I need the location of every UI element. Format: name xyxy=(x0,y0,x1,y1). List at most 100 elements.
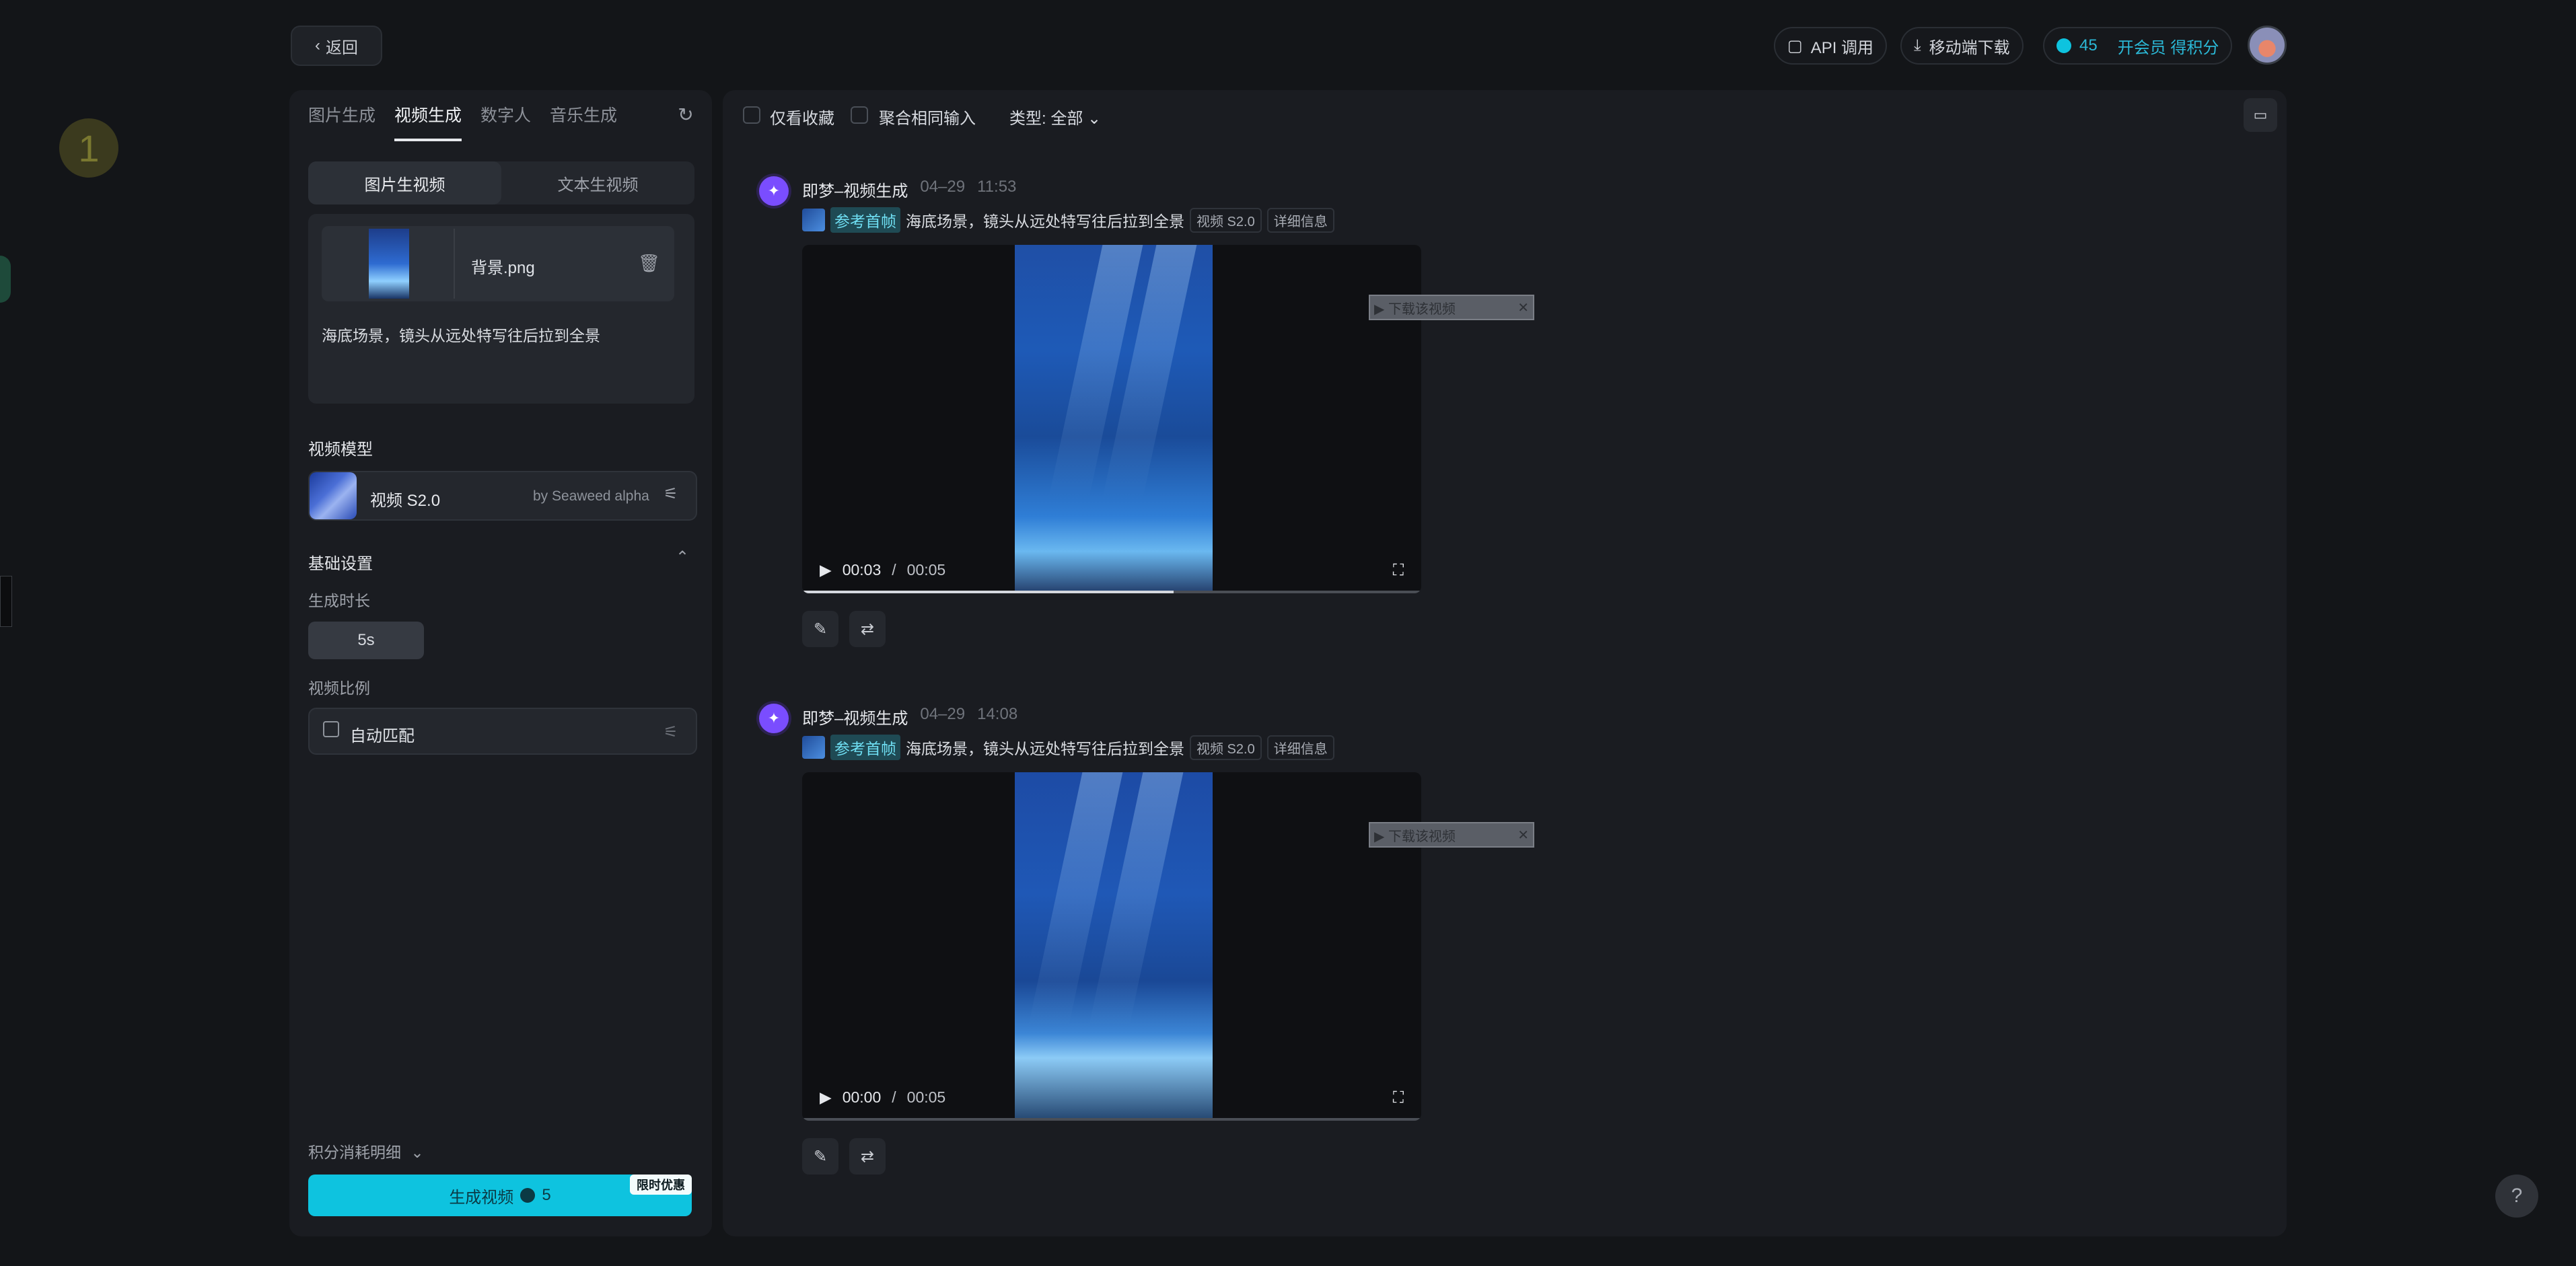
back-button[interactable]: ‹ 返回 xyxy=(291,26,382,66)
tab-music[interactable]: 音乐生成 xyxy=(550,102,617,141)
download-overlay-label: ▶ 下载该视频 xyxy=(1374,301,1456,317)
current-time: 00:03 xyxy=(842,560,882,579)
api-button[interactable]: ▢ API 调用 xyxy=(1774,27,1888,65)
reference-frame-tag: 参考首帧 xyxy=(830,207,900,233)
duration: 00:05 xyxy=(906,1088,946,1106)
promo-badge: 限时优惠 xyxy=(630,1175,692,1195)
model-provider: by Seaweed alpha xyxy=(533,488,649,504)
edit-icon[interactable]: ✎ xyxy=(802,611,838,647)
progress-bar[interactable] xyxy=(802,591,1421,593)
merge-checkbox[interactable] xyxy=(851,106,868,124)
video-player[interactable]: ▶ 00:03 / 00:05 ⛶ xyxy=(802,245,1421,593)
play-icon[interactable]: ▶ xyxy=(820,1088,832,1107)
download-video-overlay[interactable]: ▶ 下载该视频 ✕ xyxy=(1369,822,1534,848)
tab-image-to-video[interactable]: 图片生视频 xyxy=(308,161,501,204)
credits-pill[interactable]: 45 开会员 得积分 xyxy=(2043,27,2233,65)
help-button[interactable]: ? xyxy=(2495,1175,2538,1218)
image-thumbnail xyxy=(324,229,455,299)
progress-bar[interactable] xyxy=(802,1118,1421,1121)
chevron-down-icon: ⌄ xyxy=(410,1144,424,1161)
generate-label: 生成视频 xyxy=(449,1188,514,1207)
close-icon[interactable]: ✕ xyxy=(1517,827,1533,844)
regenerate-icon[interactable]: ⇄ xyxy=(849,1138,886,1175)
favorites-label: 仅看收藏 xyxy=(770,110,834,128)
folder-icon[interactable]: ▭ xyxy=(2244,98,2277,132)
api-label: API 调用 xyxy=(1810,38,1874,57)
time-separator: / xyxy=(892,1088,896,1106)
tab-image[interactable]: 图片生成 xyxy=(308,102,375,141)
back-label: 返回 xyxy=(326,38,358,57)
close-icon[interactable]: ✕ xyxy=(1517,299,1533,316)
model-thumbnail xyxy=(310,472,357,519)
video-controls: ▶ 00:00 / 00:05 ⛶ xyxy=(802,1074,1421,1121)
result-prompt-row: 参考首帧 海底场景，镜头从远处特写往后拉到全景 视频 S2.0 详细信息 xyxy=(802,207,1334,233)
cost-detail-label: 积分消耗明细 xyxy=(308,1144,401,1161)
generate-cost: 5 xyxy=(542,1186,551,1204)
result-title: 即梦–视频生成 xyxy=(802,182,908,200)
result-title: 即梦–视频生成 xyxy=(802,710,908,728)
reference-thumbnail[interactable] xyxy=(802,209,825,231)
model-section-title: 视频模型 xyxy=(308,441,373,459)
duration-option-5s[interactable]: 5s xyxy=(308,622,424,659)
fullscreen-icon[interactable]: ⛶ xyxy=(1393,1088,1404,1107)
detail-info-chip[interactable]: 详细信息 xyxy=(1266,207,1334,233)
chevron-up-icon[interactable]: ⌃ xyxy=(676,548,689,567)
file-name: 背景.png xyxy=(471,259,535,277)
tab-video[interactable]: 视频生成 xyxy=(394,102,462,141)
ratio-value: 自动匹配 xyxy=(350,727,415,745)
download-video-overlay[interactable]: ▶ 下载该视频 ✕ xyxy=(1369,295,1534,320)
side-widget[interactable] xyxy=(0,576,12,627)
mobile-download-label: 移动端下载 xyxy=(1929,38,2010,57)
result-prompt: 海底场景，镜头从远处特写往后拉到全景 xyxy=(906,213,1184,230)
trash-icon[interactable]: 🗑 xyxy=(638,253,660,274)
duration-label: 生成时长 xyxy=(308,592,370,609)
download-overlay-label: ▶ 下载该视频 xyxy=(1374,829,1456,844)
favorites-checkbox[interactable] xyxy=(743,106,760,124)
fullscreen-icon[interactable]: ⛶ xyxy=(1393,561,1404,579)
result-time: 11:53 xyxy=(977,178,1017,196)
result-prompt-row: 参考首帧 海底场景，镜头从远处特写往后拉到全景 视频 S2.0 详细信息 xyxy=(802,735,1334,760)
membership-link[interactable]: 开会员 得积分 xyxy=(2118,34,2219,58)
reference-frame-tag: 参考首帧 xyxy=(830,735,900,760)
settings-sliders-icon[interactable]: ⚟ xyxy=(664,484,678,504)
model-chip: 视频 S2.0 xyxy=(1190,207,1262,233)
play-icon[interactable]: ▶ xyxy=(820,561,832,579)
video-player[interactable]: ▶ 00:00 / 00:05 ⛶ xyxy=(802,772,1421,1121)
model-chip: 视频 S2.0 xyxy=(1190,735,1262,760)
cost-detail-toggle[interactable]: 积分消耗明细 ⌄ xyxy=(308,1140,424,1162)
video-frame xyxy=(1015,772,1213,1121)
result-header: 即梦–视频生成 04–29 14:08 xyxy=(802,705,1017,729)
result-prompt: 海底场景，镜头从远处特写往后拉到全景 xyxy=(906,740,1184,757)
mobile-download-button[interactable]: ⤓ 移动端下载 xyxy=(1900,27,2024,65)
avatar[interactable] xyxy=(2248,26,2287,65)
detail-info-chip[interactable]: 详细信息 xyxy=(1266,735,1334,760)
result-header: 即梦–视频生成 04–29 11:53 xyxy=(802,178,1016,201)
result-date: 04–29 xyxy=(920,705,966,723)
video-frame xyxy=(1015,245,1213,593)
credit-coin-icon xyxy=(2056,38,2071,53)
current-time: 00:00 xyxy=(842,1088,882,1106)
dreamina-logo-icon: ✦ xyxy=(759,704,789,733)
ratio-label: 视频比例 xyxy=(308,679,370,697)
reference-thumbnail[interactable] xyxy=(802,736,825,759)
tab-digital-human[interactable]: 数字人 xyxy=(480,102,531,141)
ratio-sliders-icon[interactable]: ⚟ xyxy=(664,722,678,742)
chevron-left-icon: ‹ xyxy=(315,36,320,54)
type-filter-dropdown[interactable]: 类型: 全部 ⌄ xyxy=(1009,105,1101,128)
side-tab-handle[interactable] xyxy=(0,256,11,303)
chevron-down-icon: ⌄ xyxy=(1087,110,1102,128)
video-controls: ▶ 00:03 / 00:05 ⛶ xyxy=(802,546,1421,593)
prompt-input[interactable]: 海底场景，镜头从远处特写往后拉到全景 xyxy=(322,323,600,346)
result-time: 14:08 xyxy=(977,705,1018,723)
merge-label: 聚合相同输入 xyxy=(879,110,976,128)
tab-text-to-video[interactable]: 文本生视频 xyxy=(501,161,694,204)
aspect-ratio-icon xyxy=(323,721,339,737)
basic-settings-title: 基础设置 xyxy=(308,555,373,573)
dreamina-logo-icon: ✦ xyxy=(759,176,789,206)
type-filter-label: 类型: 全部 xyxy=(1009,110,1083,128)
credit-count: 45 xyxy=(2079,36,2098,54)
refresh-icon[interactable]: ↻ xyxy=(676,105,696,125)
edit-icon[interactable]: ✎ xyxy=(802,1138,838,1175)
regenerate-icon[interactable]: ⇄ xyxy=(849,611,886,647)
model-name: 视频 S2.0 xyxy=(370,492,441,510)
